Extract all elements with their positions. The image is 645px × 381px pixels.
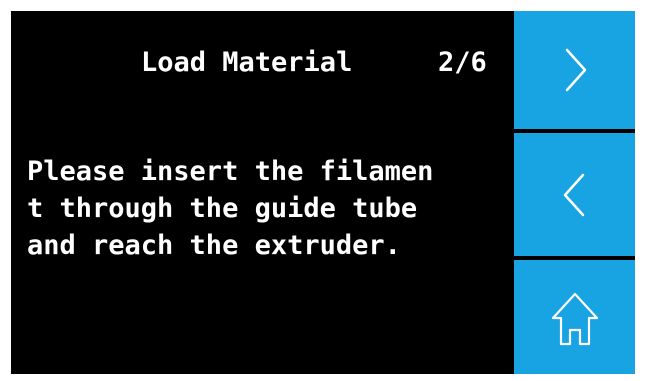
chevron-right-icon (565, 48, 586, 92)
instruction-line: and reach the extruder. (27, 230, 401, 261)
instruction-text: Please insert the filamen t through the … (27, 153, 507, 264)
instruction-line: t through the guide tube (27, 193, 418, 224)
printer-display: Load Material 2/6 Please insert the fila… (0, 0, 645, 381)
instruction-line: Please insert the filamen (27, 156, 434, 187)
chevron-left-icon (563, 173, 584, 216)
home-button[interactable] (514, 260, 635, 374)
main-panel: Load Material 2/6 Please insert the fila… (11, 11, 514, 374)
touch-screen: Load Material 2/6 Please insert the fila… (11, 11, 635, 374)
step-indicator: 2/6 (438, 47, 487, 78)
back-button[interactable] (514, 133, 635, 256)
side-button-bar (514, 11, 635, 374)
next-button[interactable] (514, 11, 635, 129)
page-title: Load Material (141, 47, 353, 78)
home-icon (551, 292, 598, 346)
